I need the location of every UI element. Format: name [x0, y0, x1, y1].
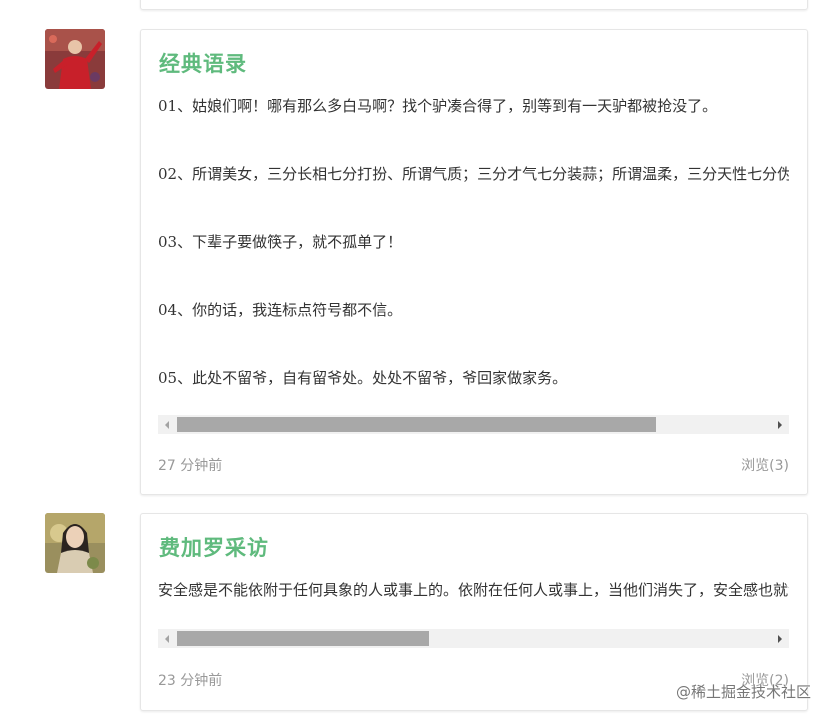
post-time: 23 分钟前	[158, 673, 223, 689]
previous-post-card	[140, 0, 808, 10]
post-line: 03、下辈子要做筷子，就不孤单了！	[158, 233, 403, 251]
post-line: 04、你的话，我连标点符号都不信。	[158, 301, 403, 319]
post-line: 02、所谓美女，三分长相七分打扮、所谓气质；三分才气七分装蒜；所谓温柔，三分天性…	[158, 165, 789, 183]
post-title[interactable]: 费加罗采访	[159, 532, 269, 562]
horizontal-scrollbar[interactable]	[158, 415, 789, 434]
avatar[interactable]	[45, 513, 105, 573]
scroll-right-arrow-icon[interactable]	[772, 629, 789, 648]
post-title[interactable]: 经典语录	[159, 48, 247, 78]
post-line: 01、姑娘们啊！哪有那么多白马啊？找个驴凑合得了，别等到有一天驴都被抢没了。	[158, 97, 718, 115]
scroll-left-arrow-icon[interactable]	[158, 629, 175, 648]
scroll-right-arrow-icon[interactable]	[772, 415, 789, 434]
scroll-left-arrow-icon[interactable]	[158, 415, 175, 434]
post-card: 经典语录 01、姑娘们啊！哪有那么多白马啊？找个驴凑合得了，别等到有一天驴都被抢…	[140, 29, 808, 495]
watermark: @稀土掘金技术社区	[675, 683, 811, 701]
scrollbar-thumb[interactable]	[176, 631, 430, 646]
post-time: 27 分钟前	[158, 458, 223, 474]
avatar-image	[45, 513, 105, 573]
post-views: 浏览(3)	[741, 458, 789, 474]
avatar[interactable]	[45, 29, 105, 89]
avatar-image	[45, 29, 105, 89]
post-content: 01、姑娘们啊！哪有那么多白马啊？找个驴凑合得了，别等到有一天驴都被抢没了。 0…	[158, 90, 789, 430]
scrollbar-thumb[interactable]	[176, 417, 657, 432]
horizontal-scrollbar[interactable]	[158, 629, 789, 648]
